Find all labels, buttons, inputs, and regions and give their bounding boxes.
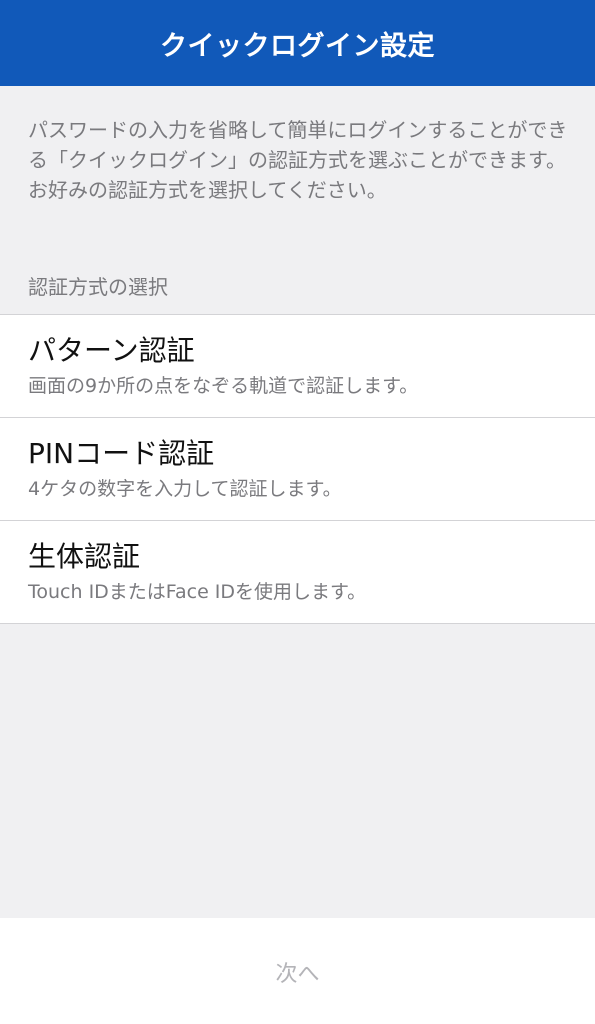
footer-bar: 次へ xyxy=(0,918,595,1024)
option-title: PINコード認証 xyxy=(28,437,215,470)
option-description: Touch IDまたはFace IDを使用します。 xyxy=(28,581,367,603)
option-title: パターン認証 xyxy=(28,334,195,367)
header-bar: クイックログイン設定 xyxy=(0,0,595,86)
option-description: 4ケタの数字を入力して認証します。 xyxy=(28,478,342,500)
next-button[interactable]: 次へ xyxy=(245,946,349,998)
option-pin-auth[interactable]: PINコード認証 4ケタの数字を入力して認証します。 xyxy=(0,418,595,521)
section-label: 認証方式の選択 xyxy=(28,275,168,299)
option-pattern-auth[interactable]: パターン認証 画面の9か所の点をなぞる軌道で認証します。 xyxy=(0,315,595,418)
option-description: 画面の9か所の点をなぞる軌道で認証します。 xyxy=(28,375,419,397)
option-title: 生体認証 xyxy=(28,540,141,573)
option-biometric-auth[interactable]: 生体認証 Touch IDまたはFace IDを使用します。 xyxy=(0,521,595,624)
description-text: パスワードの入力を省略して簡単にログインすることができる「クイックログイン」の認… xyxy=(28,118,568,202)
auth-method-list: パターン認証 画面の9か所の点をなぞる軌道で認証します。 PINコード認証 4ケ… xyxy=(0,314,595,624)
page-title: クイックログイン設定 xyxy=(160,30,435,62)
